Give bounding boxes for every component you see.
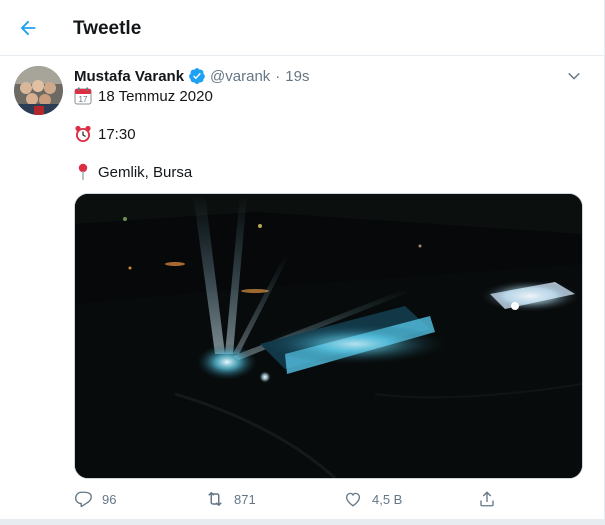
page-header: Tweetle (0, 0, 604, 56)
svg-text:17: 17 (79, 95, 88, 104)
separator-dot: · (275, 67, 281, 85)
avatar-photo (14, 66, 63, 115)
date-text: 18 Temmuz 2020 (98, 87, 213, 105)
pushpin-icon (78, 163, 88, 180)
like-count: 4,5 B (372, 491, 403, 507)
night-aerial-photo (75, 194, 582, 478)
author-handle[interactable]: @varank (210, 68, 270, 85)
tweet-line-clock: 17:30 (74, 125, 136, 143)
share-button[interactable] (476, 484, 506, 514)
arrow-left-icon (20, 20, 36, 36)
reply-button[interactable]: 96 (72, 484, 116, 514)
calendar-icon: 17 (74, 87, 92, 105)
retweet-icon (204, 488, 226, 510)
tweet-media-photo[interactable] (74, 193, 583, 479)
retweet-button[interactable]: 871 (204, 484, 256, 514)
clock-text: 17:30 (98, 125, 136, 143)
avatar[interactable] (14, 66, 63, 115)
tweet-time[interactable]: 19s (285, 68, 309, 85)
retweet-count: 871 (234, 491, 256, 507)
back-button[interactable] (10, 10, 46, 46)
tweet-line-date: 17 18 Temmuz 2020 (74, 87, 213, 105)
reply-icon (72, 488, 94, 510)
heart-icon (342, 488, 364, 510)
more-options-button[interactable] (562, 64, 586, 88)
chevron-down-icon (568, 72, 580, 80)
verified-badge-icon (189, 68, 205, 84)
tweet-header: Mustafa Varank @varank · 19s (74, 66, 309, 86)
tweet-actions: 96 871 4,5 B (64, 484, 534, 514)
tweet-line-location: Gemlik, Bursa (74, 163, 192, 181)
alarm-clock-icon (75, 125, 91, 142)
bottom-divider (0, 519, 605, 525)
like-button[interactable]: 4,5 B (342, 484, 402, 514)
location-text: Gemlik, Bursa (98, 163, 193, 181)
page-title: Tweetle (73, 18, 142, 39)
reply-count: 96 (102, 491, 117, 507)
share-icon (476, 488, 498, 510)
author-name[interactable]: Mustafa Varank (74, 68, 184, 85)
